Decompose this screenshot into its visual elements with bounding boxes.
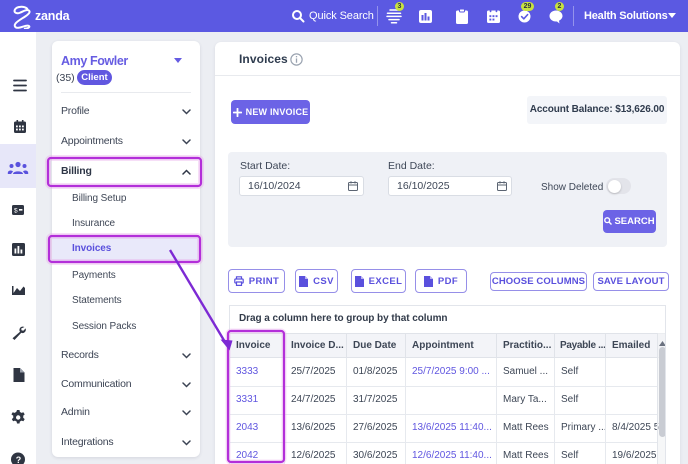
- svg-text:$: $: [14, 208, 18, 215]
- svg-text:?: ?: [16, 455, 22, 464]
